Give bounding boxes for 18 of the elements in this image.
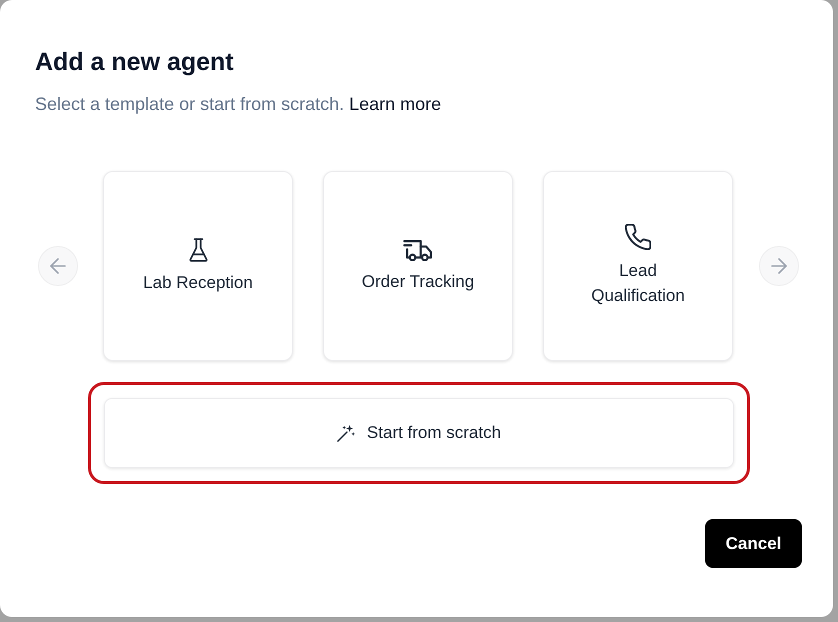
arrow-right-icon [771,258,787,274]
template-card[interactable]: Lab Reception [103,171,293,361]
next-arrow-button[interactable] [759,246,799,286]
flask-icon [188,238,208,262]
template-card[interactable]: Lead Qualification [543,171,733,361]
template-card[interactable]: Order Tracking [323,171,513,361]
previous-arrow-button[interactable] [38,246,78,286]
magic-wand-icon [336,424,355,442]
dialog-subtitle: Select a template or start from scratch. [35,93,344,116]
phone-icon [625,224,651,250]
cancel-button[interactable]: Cancel [705,519,802,568]
start-from-scratch-button[interactable]: Start from scratch [104,398,734,468]
learn-more-link[interactable]: Learn more [349,92,442,116]
template-label: Order Tracking [362,270,474,292]
truck-icon [403,238,433,260]
template-label: Lab Reception [143,272,253,294]
dialog-title: Add a new agent [35,47,234,78]
template-label: Lead Qualification [590,260,686,307]
